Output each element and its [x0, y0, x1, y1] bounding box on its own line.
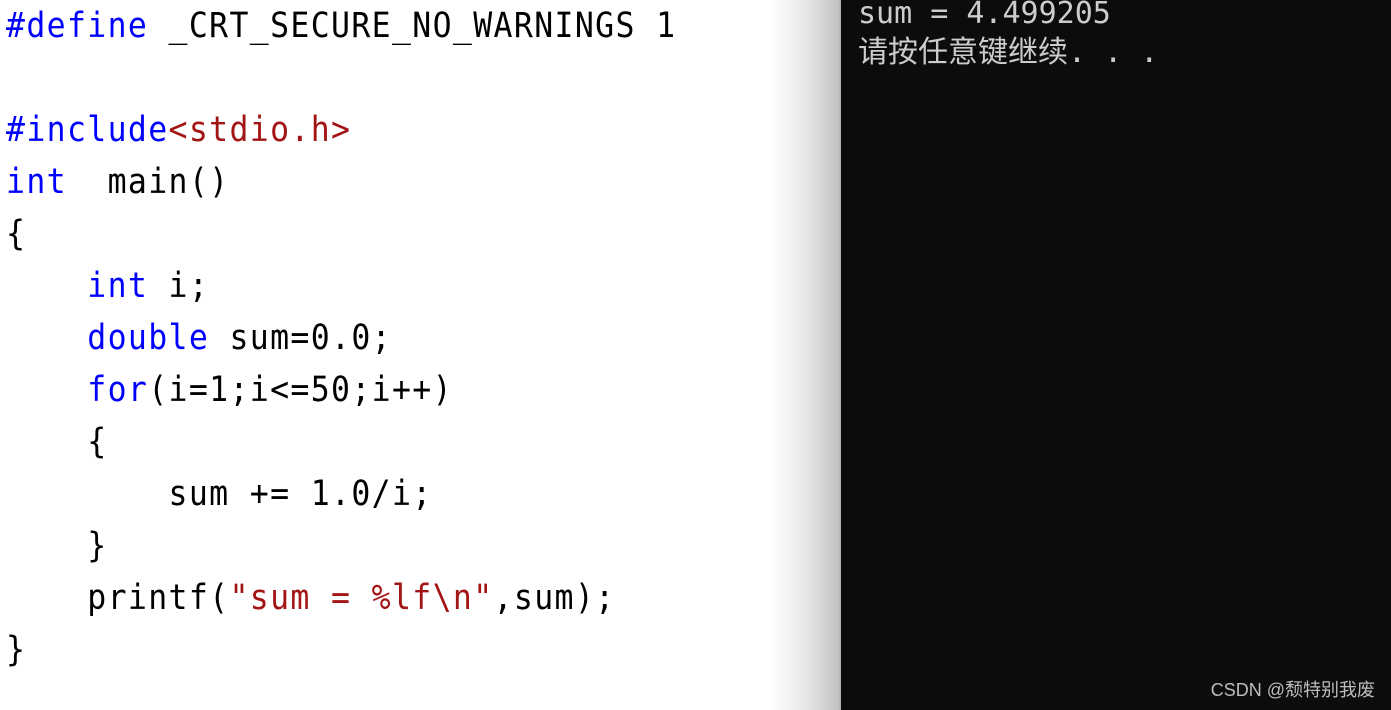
- console-prompt-line: 请按任意键继续. . .: [858, 35, 1159, 70]
- keyword-token: for: [87, 370, 149, 410]
- code-line: int i;: [6, 260, 209, 312]
- console-output-line: sum = 4.499205: [858, 0, 1111, 31]
- code-token: {: [6, 422, 108, 462]
- code-token: sum=0.0;: [209, 318, 393, 358]
- code-token: printf(: [6, 578, 230, 618]
- code-line: {: [6, 208, 26, 260]
- code-line: {: [6, 416, 108, 468]
- code-line: sum += 1.0/i;: [6, 468, 433, 520]
- keyword-token: double: [87, 318, 210, 358]
- code-line: printf("sum = %lf\n",sum);: [6, 572, 615, 624]
- code-token: i;: [148, 266, 210, 306]
- code-line: double sum=0.0;: [6, 312, 392, 364]
- console-window[interactable]: sum = 4.499205 请按任意键继续. . . CSDN @颓特别我废: [841, 0, 1391, 710]
- code-editor[interactable]: #define _CRT_SECURE_NO_WARNINGS 1 #includ…: [0, 0, 841, 710]
- code-line: int main(): [6, 156, 229, 208]
- watermark: CSDN @颓特别我废: [1210, 680, 1375, 700]
- preprocessor-token: #define: [6, 6, 149, 46]
- keyword-token: int: [6, 162, 67, 202]
- code-token: {: [6, 214, 27, 254]
- code-token: _CRT_SECURE_NO_WARNINGS 1: [148, 6, 677, 46]
- string-token: <stdio.h>: [168, 110, 352, 150]
- code-token: }: [6, 630, 27, 670]
- preprocessor-token: #include: [6, 110, 169, 150]
- code-token: ,sum);: [493, 578, 616, 618]
- code-token: (i=1;i<=50;i++): [148, 370, 453, 410]
- code-line: #include<stdio.h>: [6, 104, 351, 156]
- code-token: sum += 1.0/i;: [6, 474, 433, 514]
- keyword-token: int: [87, 266, 149, 306]
- code-line: }: [6, 624, 26, 676]
- code-line: #define _CRT_SECURE_NO_WARNINGS 1: [6, 0, 676, 52]
- code-token: main(): [66, 162, 230, 202]
- code-line: }: [6, 520, 108, 572]
- code-token: }: [6, 526, 108, 566]
- code-line: for(i=1;i<=50;i++): [6, 364, 453, 416]
- string-token: "sum = %lf\n": [229, 578, 494, 618]
